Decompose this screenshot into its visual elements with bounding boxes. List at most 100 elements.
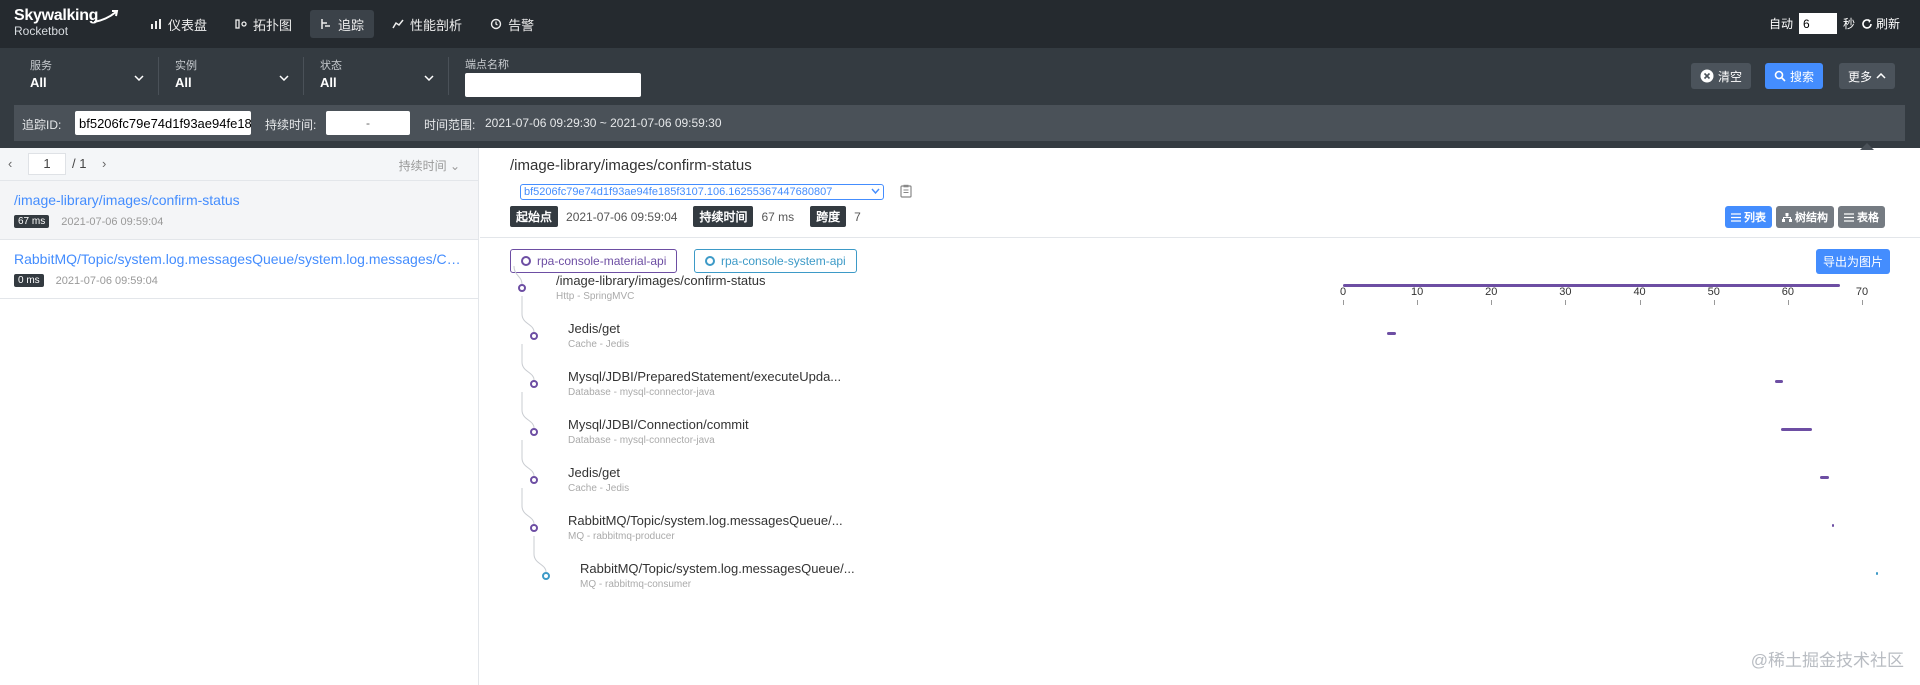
span-name[interactable]: RabbitMQ/Topic/system.log.messagesQueue/…	[580, 561, 855, 576]
refresh-icon	[1862, 18, 1872, 29]
clear-icon	[1700, 69, 1714, 83]
service-select[interactable]: 服务 All	[14, 57, 159, 95]
chevron-down-icon: ⌄	[449, 159, 460, 173]
trace-item-duration: 0 ms	[14, 274, 44, 287]
top-nav-bar: Skywalking Rocketbot 仪表盘 拓扑图 追踪 性能剖析 告警 …	[0, 0, 1920, 48]
total-pages: / 1	[72, 156, 87, 171]
chevron-down-icon	[424, 75, 434, 81]
next-page-icon[interactable]: ›	[102, 156, 106, 171]
trace-item-time: 2021-07-06 09:59:04	[61, 215, 164, 228]
span-node[interactable]	[518, 284, 526, 292]
span-component: MQ - rabbitmq-producer	[568, 531, 675, 542]
status-select[interactable]: 状态 All	[304, 57, 449, 95]
alarm-icon	[490, 18, 502, 30]
auto-label[interactable]: 自动	[1769, 15, 1793, 32]
refresh-button[interactable]: 刷新	[1861, 15, 1900, 32]
pagination: ‹ 1 / 1 › 持续时间 ⌄	[0, 148, 478, 181]
span-duration-bar[interactable]	[1831, 524, 1834, 527]
span-duration-bar[interactable]	[1387, 332, 1397, 335]
span-node[interactable]	[530, 524, 538, 532]
span-node[interactable]	[530, 476, 538, 484]
span-node[interactable]	[530, 332, 538, 340]
span-name[interactable]: Mysql/JDBI/Connection/commit	[568, 417, 749, 432]
logo-subtitle: Rocketbot	[14, 24, 69, 38]
search-button[interactable]: 搜索	[1765, 63, 1824, 89]
filter-bar: 服务 All 实例 All 状态 All 端点名称 清空 搜索 更多 追踪ID:…	[0, 48, 1920, 150]
endpoint-label: 端点名称	[465, 59, 509, 71]
main-nav: 仪表盘 拓扑图 追踪 性能剖析 告警	[140, 10, 544, 38]
chevron-down-icon	[279, 75, 289, 81]
logo-title: Skywalking	[14, 7, 99, 24]
span-duration-bar[interactable]	[1820, 476, 1829, 479]
nav-trace[interactable]: 追踪	[310, 10, 375, 38]
span-node[interactable]	[530, 428, 538, 436]
more-label: 更多	[1848, 69, 1873, 84]
page-input[interactable]: 1	[28, 153, 66, 175]
duration-filter-label: 持续时间:	[265, 118, 317, 132]
advanced-filters: 追踪ID: 持续时间: - 时间范围: 2021-07-06 09:29:30 …	[14, 105, 1905, 141]
time-range-value[interactable]: 2021-07-06 09:29:30 ~ 2021-07-06 09:59:3…	[485, 116, 722, 130]
span-component: Database - mysql-connector-java	[568, 387, 715, 398]
span-duration-bar[interactable]	[1343, 284, 1840, 287]
trace-list-item[interactable]: /image-library/images/confirm-status 67 …	[0, 181, 478, 240]
span-timeline: /image-library/images/confirm-status Http…	[480, 148, 1920, 685]
trace-id-label: 追踪ID:	[22, 118, 62, 132]
clear-label: 清空	[1718, 69, 1743, 84]
span-component: Database - mysql-connector-java	[568, 435, 715, 446]
trace-list-item[interactable]: RabbitMQ/Topic/system.log.messagesQueue/…	[0, 240, 478, 299]
trace-item-title: /image-library/images/confirm-status	[14, 192, 240, 208]
span-duration-bar[interactable]	[1775, 380, 1783, 383]
nav-topology[interactable]: 拓扑图	[225, 10, 302, 38]
trace-icon	[321, 19, 331, 29]
clear-button[interactable]: 清空	[1691, 63, 1752, 89]
service-label: 服务	[30, 60, 52, 72]
sort-select[interactable]: 持续时间 ⌄	[399, 157, 460, 174]
refresh-interval-input[interactable]	[1798, 13, 1837, 34]
seconds-label: 秒	[1842, 17, 1855, 31]
chevron-down-icon	[134, 75, 144, 81]
topology-icon	[235, 19, 247, 29]
instance-label: 实例	[175, 60, 197, 72]
sort-label: 持续时间	[398, 159, 447, 173]
chevron-up-icon	[1876, 73, 1886, 79]
trace-item-title: RabbitMQ/Topic/system.log.messagesQueue/…	[14, 251, 464, 267]
status-label: 状态	[320, 60, 342, 72]
span-name[interactable]: Jedis/get	[568, 465, 620, 480]
endpoint-input[interactable]	[465, 73, 641, 97]
trace-item-time: 2021-07-06 09:59:04	[55, 274, 158, 287]
nav-dashboard-label: 仪表盘	[168, 17, 208, 33]
nav-alarm-label: 告警	[508, 17, 535, 33]
search-icon	[1774, 70, 1786, 82]
trace-list-panel: ‹ 1 / 1 › 持续时间 ⌄ /image-library/images/c…	[0, 148, 479, 685]
span-name[interactable]: Mysql/JDBI/PreparedStatement/executeUpda…	[568, 369, 841, 384]
span-component: MQ - rabbitmq-consumer	[580, 579, 692, 590]
nav-alarm[interactable]: 告警	[480, 10, 544, 38]
trace-id-input[interactable]	[75, 111, 251, 135]
span-duration-bar[interactable]	[1781, 428, 1812, 431]
span-node[interactable]	[530, 380, 538, 388]
span-duration-bar[interactable]	[1876, 572, 1879, 575]
trace-item-duration: 67 ms	[14, 215, 50, 228]
more-button[interactable]: 更多	[1839, 63, 1896, 89]
span-name[interactable]: RabbitMQ/Topic/system.log.messagesQueue/…	[568, 513, 843, 528]
nav-profile[interactable]: 性能剖析	[382, 10, 472, 38]
span-name[interactable]: /image-library/images/confirm-status	[556, 273, 766, 288]
duration-filter-input[interactable]: -	[326, 111, 410, 135]
instance-select[interactable]: 实例 All	[159, 57, 304, 95]
watermark: @稀土掘金技术社区	[1750, 651, 1904, 670]
span-component: Cache - Jedis	[568, 483, 630, 494]
prev-page-icon[interactable]: ‹	[8, 156, 12, 171]
endpoint-filter: 端点名称	[465, 56, 641, 97]
app-logo[interactable]: Skywalking Rocketbot	[14, 7, 119, 38]
nav-dashboard[interactable]: 仪表盘	[140, 10, 217, 38]
auto-refresh: 自动 秒 刷新	[1769, 13, 1900, 34]
span-node[interactable]	[542, 572, 550, 580]
logo-swoosh-icon	[93, 10, 119, 23]
nav-profile-label: 性能剖析	[410, 17, 463, 33]
profile-icon	[392, 19, 404, 29]
span-component: Http - SpringMVC	[556, 291, 635, 302]
span-name[interactable]: Jedis/get	[568, 321, 620, 336]
trace-detail-panel: /image-library/images/confirm-status bf5…	[480, 148, 1920, 685]
search-label: 搜索	[1790, 69, 1815, 84]
span-component: Cache - Jedis	[568, 339, 630, 350]
